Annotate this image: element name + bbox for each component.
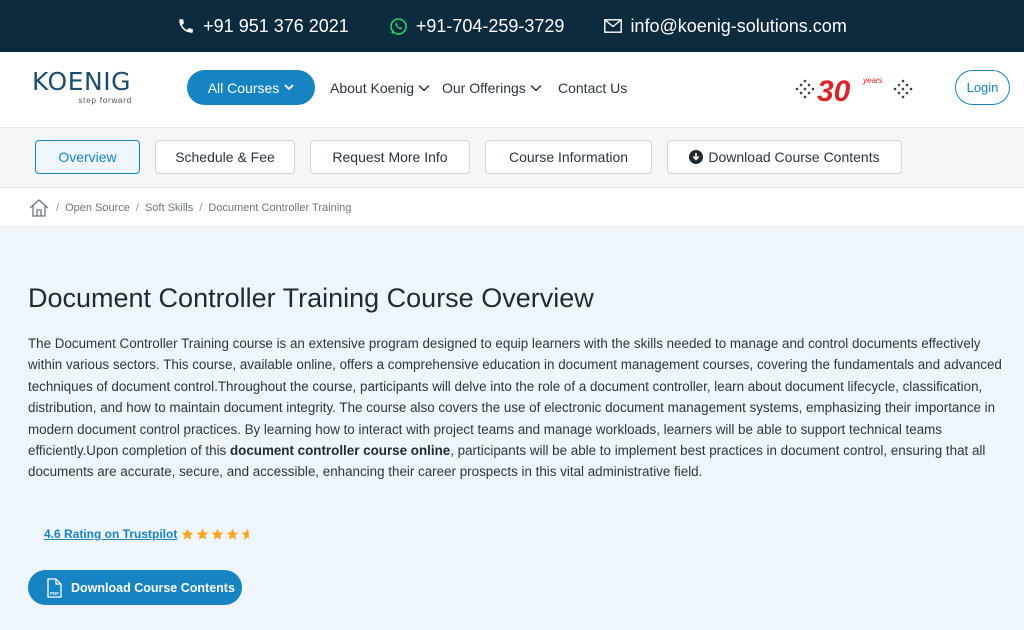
star-full-icon [212, 528, 224, 540]
tab-request-info[interactable]: Request More Info [310, 140, 470, 174]
tab-overview[interactable]: Overview [35, 140, 140, 174]
nav-offerings-label: Our Offerings [442, 80, 526, 96]
svg-text:PDF: PDF [50, 591, 59, 596]
description-text: The Document Controller Training course … [28, 336, 1002, 459]
tab-schedule-fee[interactable]: Schedule & Fee [155, 140, 295, 174]
star-full-icon [197, 528, 209, 540]
whatsapp-icon [390, 17, 407, 35]
nav-our-offerings[interactable]: Our Offerings [442, 80, 542, 96]
email-contact[interactable]: info@koenig-solutions.com [604, 15, 847, 37]
download-circle-icon [689, 150, 704, 164]
breadcrumb-separator: / [135, 202, 139, 214]
login-button[interactable]: Login [955, 70, 1010, 105]
breadcrumb: / Open Source / Soft Skills / Document C… [28, 196, 351, 220]
chevron-down-icon [530, 84, 542, 92]
page-title: Document Controller Training Course Over… [28, 283, 594, 313]
breadcrumb-current-page: Document Controller Training [208, 202, 352, 214]
nav-contact-label: Contact Us [558, 80, 628, 96]
pdf-file-icon: PDF [47, 577, 62, 598]
nav-contact-us[interactable]: Contact Us [558, 80, 627, 96]
chevron-down-icon [284, 84, 294, 91]
badge-years: years [862, 76, 883, 85]
home-icon[interactable] [28, 198, 50, 218]
nav-about-label: About Koenig [330, 80, 415, 96]
badge-number: 30 [817, 75, 851, 106]
all-courses-label: All Courses [207, 79, 280, 96]
description-keyword: document controller course online [229, 443, 451, 459]
phone-contact[interactable]: +91 951 376 2021 [177, 16, 349, 37]
main-header: KOENIG step forward All Courses About Ko… [0, 52, 1024, 128]
star-half-icon [242, 528, 250, 540]
logo-text: KOENIG [32, 67, 131, 96]
logo-tagline: step forward [78, 96, 132, 105]
tab-schedule-label: Schedule & Fee [175, 149, 275, 165]
breadcrumb-soft-skills[interactable]: Soft Skills [145, 202, 193, 214]
course-tab-strip: Overview Schedule & Fee Request More Inf… [0, 128, 1024, 188]
30-years-badge: 30 years [795, 75, 913, 106]
download-course-contents-button[interactable]: PDF Download Course Contents [28, 570, 242, 605]
phone-icon [179, 19, 193, 33]
star-full-icon [227, 528, 239, 540]
tab-course-information[interactable]: Course Information [485, 140, 652, 174]
whatsapp-contact[interactable]: +91-704-259-3729 [389, 15, 565, 37]
phone-number: +91 951 376 2021 [203, 15, 349, 36]
nav-about-koenig[interactable]: About Koenig [330, 80, 430, 96]
course-description: The Document Controller Training course … [28, 333, 1008, 483]
tab-request-label: Request More Info [332, 149, 448, 165]
tab-download-label: Download Course Contents [708, 149, 880, 165]
login-label: Login [966, 80, 999, 95]
whatsapp-number: +91-704-259-3729 [415, 15, 565, 36]
chevron-down-icon [418, 84, 430, 92]
breadcrumb-open-source[interactable]: Open Source [65, 202, 130, 214]
breadcrumb-separator: / [199, 202, 203, 214]
star-full-icon [182, 528, 194, 540]
email-address: info@koenig-solutions.com [630, 15, 847, 36]
tab-course-info-label: Course Information [508, 149, 629, 165]
download-button-label: Download Course Contents [71, 580, 235, 595]
koenig-logo[interactable]: KOENIG step forward [32, 68, 136, 108]
rating-stars [181, 528, 256, 540]
trustpilot-rating: 4.6 Rating on Trustpilot [44, 527, 256, 541]
course-overview-section: Document Controller Training Course Over… [0, 225, 1024, 630]
tab-download-contents[interactable]: Download Course Contents [667, 140, 902, 174]
all-courses-button[interactable]: All Courses [187, 70, 315, 105]
trustpilot-rating-link[interactable]: 4.6 Rating on Trustpilot [44, 527, 177, 541]
mail-icon [604, 19, 623, 33]
contact-bar: +91 951 376 2021 +91-704-259-3729 info@k… [0, 0, 1024, 52]
tab-overview-label: Overview [58, 149, 117, 165]
breadcrumb-separator: / [56, 202, 60, 214]
